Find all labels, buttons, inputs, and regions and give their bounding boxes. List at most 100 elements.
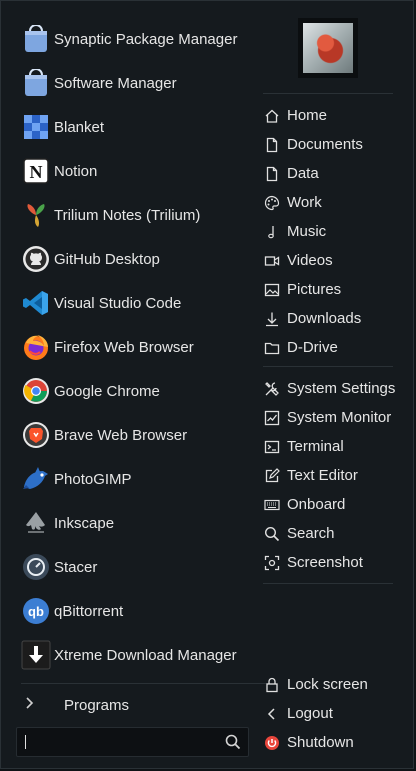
system-label: Search: [287, 525, 335, 542]
system-onboard[interactable]: Onboard: [263, 490, 403, 519]
app-label: Inkscape: [54, 514, 115, 532]
system-label: System Monitor: [287, 409, 392, 426]
system-text-editor[interactable]: Text Editor: [263, 461, 403, 490]
system-terminal[interactable]: Terminal: [263, 432, 403, 461]
app-label: Firefox Web Browser: [54, 338, 194, 356]
app-brave[interactable]: Brave Web Browser: [21, 413, 251, 457]
qbittorrent-icon: qb: [21, 596, 51, 626]
firefox-icon: [21, 332, 51, 362]
document-icon: [263, 136, 281, 154]
system-screenshot[interactable]: Screenshot: [263, 548, 403, 577]
app-inkscape[interactable]: Inkscape: [21, 501, 251, 545]
lock-screen-button[interactable]: Lock screen: [263, 670, 403, 699]
place-label: Home: [287, 107, 328, 124]
app-software-manager[interactable]: Software Manager: [21, 61, 251, 105]
system-search[interactable]: Search: [263, 519, 403, 548]
palette-icon: [263, 194, 281, 212]
system-label: Onboard: [287, 496, 346, 513]
trilium-icon: [21, 200, 51, 230]
music-note-icon: [263, 223, 281, 241]
app-notion[interactable]: N Notion: [21, 149, 251, 193]
chrome-icon: [21, 376, 51, 406]
place-music[interactable]: Music: [263, 217, 403, 246]
app-github-desktop[interactable]: GitHub Desktop: [21, 237, 251, 281]
place-videos[interactable]: Videos: [263, 246, 403, 275]
lock-icon: [263, 676, 281, 694]
session-list: Lock screen Logout Shutdown: [263, 670, 403, 757]
search-icon[interactable]: [222, 731, 244, 753]
place-data[interactable]: Data: [263, 159, 403, 188]
search-box[interactable]: [16, 727, 249, 757]
picture-icon: [263, 281, 281, 299]
place-downloads[interactable]: Downloads: [263, 304, 403, 333]
app-qbittorrent[interactable]: qb qBittorrent: [21, 589, 251, 633]
app-stacer[interactable]: Stacer: [21, 545, 251, 589]
application-menu: Synaptic Package Manager Software Manage…: [0, 0, 414, 769]
github-icon: [21, 244, 51, 274]
app-label: Software Manager: [54, 74, 177, 92]
system-list: System Settings System Monitor Terminal …: [263, 374, 403, 577]
system-label: Text Editor: [287, 467, 358, 484]
home-icon: [263, 107, 281, 125]
place-label: Videos: [287, 252, 333, 269]
divider: [263, 366, 393, 367]
system-label: Screenshot: [287, 554, 363, 571]
screenshot-icon: [263, 554, 281, 572]
app-label: Trilium Notes (Trilium): [54, 206, 201, 224]
favorite-apps-list: Synaptic Package Manager Software Manage…: [21, 17, 251, 677]
app-blanket[interactable]: Blanket: [21, 105, 251, 149]
search-icon: [263, 525, 281, 543]
place-d-drive[interactable]: D-Drive: [263, 333, 403, 362]
logout-button[interactable]: Logout: [263, 699, 403, 728]
app-xtreme-download-manager[interactable]: Xtreme Download Manager: [21, 633, 251, 677]
app-trilium[interactable]: Trilium Notes (Trilium): [21, 193, 251, 237]
app-label: Notion: [54, 162, 98, 180]
place-label: Pictures: [287, 281, 342, 298]
divider: [21, 683, 269, 684]
system-monitor[interactable]: System Monitor: [263, 403, 403, 432]
app-vscode[interactable]: Visual Studio Code: [21, 281, 251, 325]
user-avatar[interactable]: [298, 18, 358, 78]
app-label: Synaptic Package Manager: [54, 30, 238, 48]
chevron-left-icon: [263, 705, 281, 723]
place-home[interactable]: Home: [263, 101, 403, 130]
session-label: Lock screen: [287, 676, 368, 693]
folder-icon: [263, 339, 281, 357]
download-icon: [263, 310, 281, 328]
edit-icon: [263, 467, 281, 485]
system-settings[interactable]: System Settings: [263, 374, 403, 403]
app-google-chrome[interactable]: Google Chrome: [21, 369, 251, 413]
software-manager-icon: [21, 68, 51, 98]
place-pictures[interactable]: Pictures: [263, 275, 403, 304]
session-label: Shutdown: [287, 734, 354, 751]
shutdown-button[interactable]: Shutdown: [263, 728, 403, 757]
tools-icon: [263, 380, 281, 398]
place-documents[interactable]: Documents: [263, 130, 403, 159]
app-firefox[interactable]: Firefox Web Browser: [21, 325, 251, 369]
app-label: PhotoGIMP: [54, 470, 132, 488]
xdm-icon: [21, 640, 51, 670]
synaptic-icon: [21, 24, 51, 54]
photogimp-icon: [21, 464, 51, 494]
place-label: D-Drive: [287, 339, 338, 356]
app-synaptic[interactable]: Synaptic Package Manager: [21, 17, 251, 61]
app-label: Google Chrome: [54, 382, 160, 400]
svg-text:qb: qb: [28, 604, 44, 619]
app-label: GitHub Desktop: [54, 250, 160, 268]
programs-button[interactable]: Programs: [21, 689, 251, 721]
app-label: qBittorrent: [54, 602, 124, 620]
video-icon: [263, 252, 281, 270]
vscode-icon: [21, 288, 51, 318]
place-label: Documents: [287, 136, 363, 153]
place-work[interactable]: Work: [263, 188, 403, 217]
terminal-icon: [263, 438, 281, 456]
places-list: Home Documents Data Work Music Videos Pi…: [263, 101, 403, 362]
app-photogimp[interactable]: PhotoGIMP: [21, 457, 251, 501]
app-label: Stacer: [54, 558, 98, 576]
divider: [263, 93, 393, 94]
search-input[interactable]: [26, 734, 222, 750]
session-label: Logout: [287, 705, 333, 722]
keyboard-icon: [263, 496, 281, 514]
avatar-photo: [303, 23, 353, 73]
app-label: Blanket: [54, 118, 105, 136]
